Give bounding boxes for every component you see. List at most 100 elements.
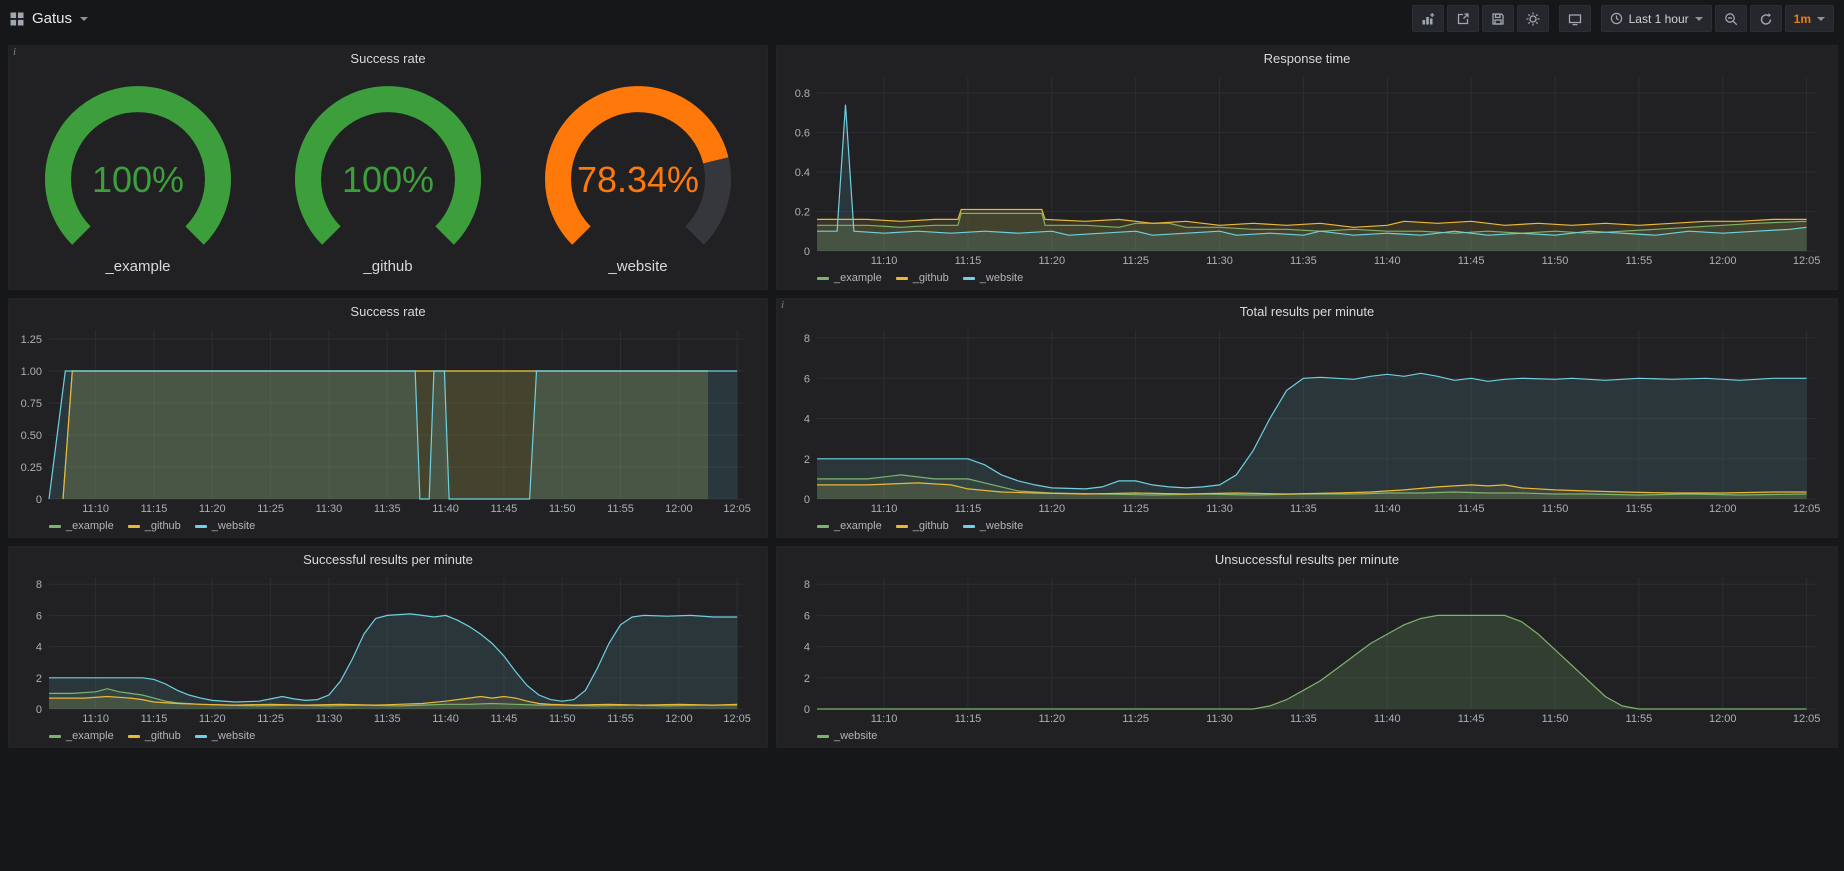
y-axis-tick-label: 8 [36,579,42,591]
x-axis-tick-label: 11:30 [316,713,343,725]
refresh-interval-button[interactable]: 1m [1785,5,1834,32]
legend-item-_example[interactable]: _example [49,520,114,532]
legend-item-_website[interactable]: _website [963,272,1023,284]
chart-svg[interactable]: 0246811:1011:1511:2011:2511:3011:3511:40… [781,572,1833,727]
refresh-button[interactable] [1750,5,1782,32]
gauge-_github: 100%_github [263,84,513,275]
x-axis-tick-label: 11:15 [141,713,168,725]
panel-success-rate-gauges: i Success rate 100%_example100%_github78… [8,45,768,290]
legend-swatch [195,735,207,738]
x-axis-tick-label: 11:10 [871,255,898,267]
refresh-interval-caret-icon [1817,17,1825,21]
panel-title[interactable]: Response time [1264,51,1351,66]
legend-item-_example[interactable]: _example [817,520,882,532]
x-axis-tick-label: 11:15 [141,503,168,515]
panel-info-icon[interactable]: i [781,299,784,311]
x-axis-tick-label: 12:05 [1793,713,1821,725]
x-axis-tick-label: 11:20 [1038,713,1065,725]
refresh-icon [1759,12,1773,26]
successful-results-chart[interactable]: 0246811:1011:1511:2011:2511:3011:3511:40… [13,572,763,727]
x-axis-tick-label: 11:20 [1038,255,1065,267]
navbar: Gatus Last 1 hour [0,0,1844,37]
series-area-_website [49,371,737,499]
x-axis-tick-label: 11:35 [374,713,401,725]
dashboard-title[interactable]: Gatus [32,10,72,27]
chart-legend: _example _github _website [781,269,1833,287]
x-axis-tick-label: 11:40 [1374,713,1401,725]
legend-item-_github[interactable]: _github [128,730,181,742]
chart-svg[interactable]: 0246811:1011:1511:2011:2511:3011:3511:40… [781,324,1833,517]
dashboards-grid-icon[interactable] [10,12,24,26]
x-axis-tick-label: 11:55 [1626,503,1653,515]
y-axis-tick-label: 2 [804,454,810,466]
legend-swatch [896,525,908,528]
x-axis-tick-label: 11:20 [199,713,226,725]
cycle-view-button[interactable] [1559,5,1591,32]
x-axis-tick-label: 11:50 [1542,713,1569,725]
x-axis-tick-label: 11:25 [1122,713,1149,725]
legend-label: _website [980,520,1023,532]
panel-title[interactable]: Unsuccessful results per minute [1215,552,1399,567]
y-axis-tick-label: 0 [804,704,810,716]
series-area-_website [49,614,737,709]
response-time-chart[interactable]: 00.20.40.60.811:1011:1511:2011:2511:3011… [781,71,1833,269]
legend-label: _website [980,272,1023,284]
panel-title[interactable]: Successful results per minute [303,552,473,567]
gauge-_website: 78.34%_website [513,84,763,275]
share-button[interactable] [1447,5,1479,32]
chart-legend: _example _github _website [13,517,763,535]
time-range-label: Last 1 hour [1629,12,1689,26]
y-axis-tick-label: 1.25 [21,334,42,346]
save-button[interactable] [1482,5,1514,32]
dashboard-caret-down-icon[interactable] [80,17,88,21]
gauge-value: 100% [342,159,434,200]
settings-button[interactable] [1517,5,1549,32]
total-results-chart[interactable]: 0246811:1011:1511:2011:2511:3011:3511:40… [781,324,1833,517]
panel-title[interactable]: Success rate [350,304,425,319]
legend-item-_website[interactable]: _website [817,730,877,742]
x-axis-tick-label: 11:50 [549,713,576,725]
zoom-out-button[interactable] [1715,5,1747,32]
tv-icon [1568,12,1582,26]
legend-swatch [896,277,908,280]
success-rate-chart[interactable]: 00.250.500.751.001.2511:1011:1511:2011:2… [13,324,763,517]
legend-swatch [195,525,207,528]
legend-item-_website[interactable]: _website [195,730,255,742]
panel-info-icon[interactable]: i [13,46,16,58]
legend-swatch [817,735,829,738]
chart-svg[interactable]: 00.20.40.60.811:1011:1511:2011:2511:3011… [781,71,1833,269]
chart-svg[interactable]: 00.250.500.751.001.2511:1011:1511:2011:2… [13,324,761,517]
legend-item-_github[interactable]: _github [896,520,949,532]
time-range-button[interactable]: Last 1 hour [1601,5,1712,32]
x-axis-tick-label: 12:05 [1793,503,1821,515]
x-axis-tick-label: 12:05 [723,713,751,725]
series-area-_website [817,373,1807,499]
chart-svg[interactable]: 0246811:1011:1511:2011:2511:3011:3511:40… [13,572,761,727]
panel-unsuccessful-results: Unsuccessful results per minute 0246811:… [776,546,1838,748]
add-panel-button[interactable] [1412,5,1444,32]
x-axis-tick-label: 11:55 [1626,255,1653,267]
legend-item-_website[interactable]: _website [195,520,255,532]
legend-item-_github[interactable]: _github [128,520,181,532]
legend-item-_website[interactable]: _website [963,520,1023,532]
y-axis-tick-label: 0.75 [21,398,42,410]
legend-item-_github[interactable]: _github [896,272,949,284]
y-axis-tick-label: 0.2 [795,206,810,218]
y-axis-tick-label: 2 [804,673,810,685]
legend-item-_example[interactable]: _example [817,272,882,284]
unsuccessful-results-chart[interactable]: 0246811:1011:1511:2011:2511:3011:3511:40… [781,572,1833,727]
x-axis-tick-label: 11:30 [1206,255,1233,267]
x-axis-tick-label: 11:40 [432,503,459,515]
y-axis-tick-label: 2 [36,673,42,685]
y-axis-tick-label: 8 [804,333,810,345]
x-axis-tick-label: 11:35 [1290,503,1317,515]
legend-item-_example[interactable]: _example [49,730,114,742]
x-axis-tick-label: 11:35 [1290,255,1317,267]
x-axis-tick-label: 11:35 [374,503,401,515]
x-axis-tick-label: 11:30 [1206,713,1233,725]
panel-title[interactable]: Success rate [350,51,425,66]
x-axis-tick-label: 12:00 [1709,503,1737,515]
gauge-svg: 78.34% [513,84,763,256]
panel-title[interactable]: Total results per minute [1240,304,1374,319]
y-axis-tick-label: 0 [804,246,810,258]
